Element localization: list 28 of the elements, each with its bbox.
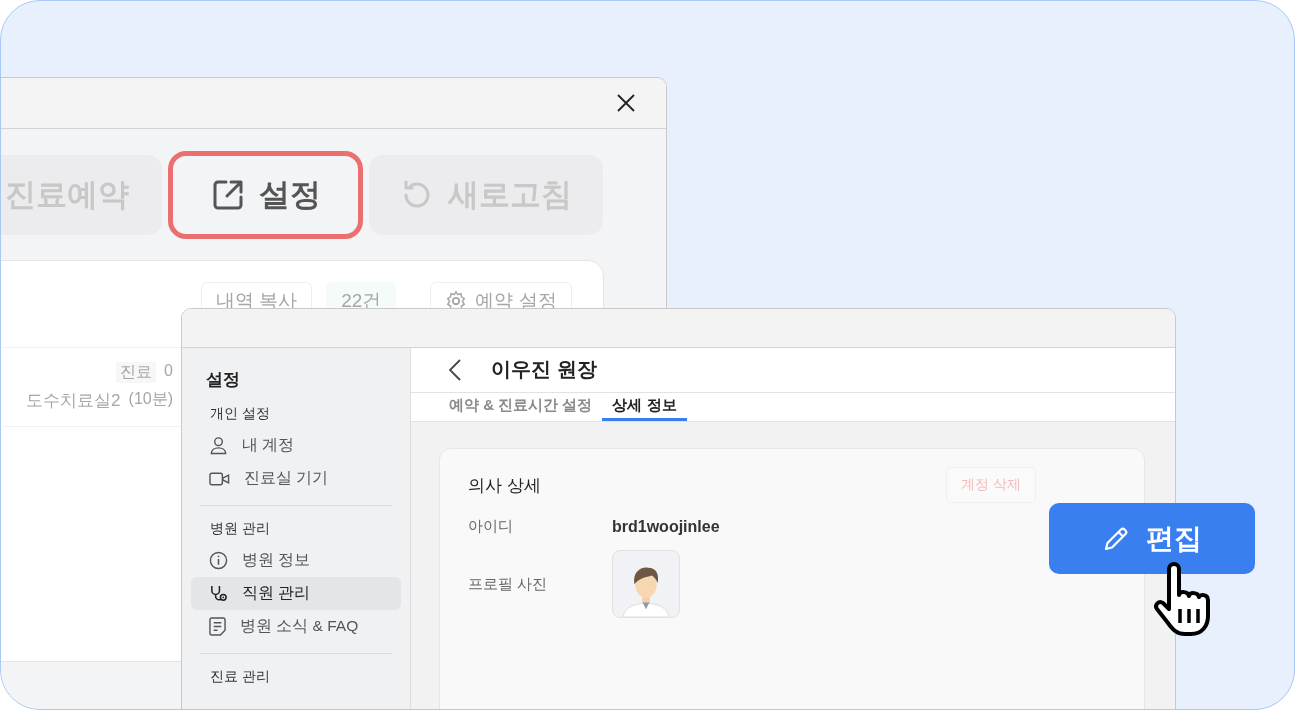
section-heading: 개인 설정 (209, 405, 271, 423)
room-count: 0 (164, 362, 173, 381)
stethoscope-icon (209, 584, 228, 603)
info-icon (209, 551, 228, 570)
sidebar-item[interactable]: 내 계정 (191, 429, 401, 462)
section-heading: 병원 관리 (209, 520, 271, 538)
document-icon (209, 617, 226, 636)
edit-button[interactable]: 편집 (1049, 503, 1255, 574)
room-label: 진료 (116, 362, 157, 383)
field-value: brd1woojinlee (612, 517, 720, 536)
tab[interactable]: 예약 & 진료시간 설정 (439, 392, 603, 421)
sidebar-item[interactable]: 병원 소식 & FAQ (191, 610, 401, 643)
card-title: 의사 상세 (468, 474, 541, 497)
room-duration: (10분) (128, 389, 173, 409)
close-icon[interactable] (616, 93, 636, 113)
sidebar-title: 설정 (205, 369, 241, 391)
sidebar-item[interactable]: 진료실 기기 (191, 462, 401, 495)
field-label: 프로필 사진 (468, 574, 549, 594)
room-name: 도수치료실2 (26, 390, 121, 412)
field-label: 아이디 (468, 517, 514, 536)
section-heading: 진료 관리 (209, 668, 271, 686)
person-icon (209, 436, 228, 455)
back-icon[interactable] (449, 358, 461, 381)
video-camera-icon (209, 470, 230, 487)
page-title: 이우진 원장 (491, 357, 597, 383)
tab[interactable]: 상세 정보 (602, 392, 687, 421)
sidebar-item[interactable]: 직원 관리 (191, 577, 401, 610)
sidebar-item[interactable]: 병원 정보 (191, 544, 401, 577)
